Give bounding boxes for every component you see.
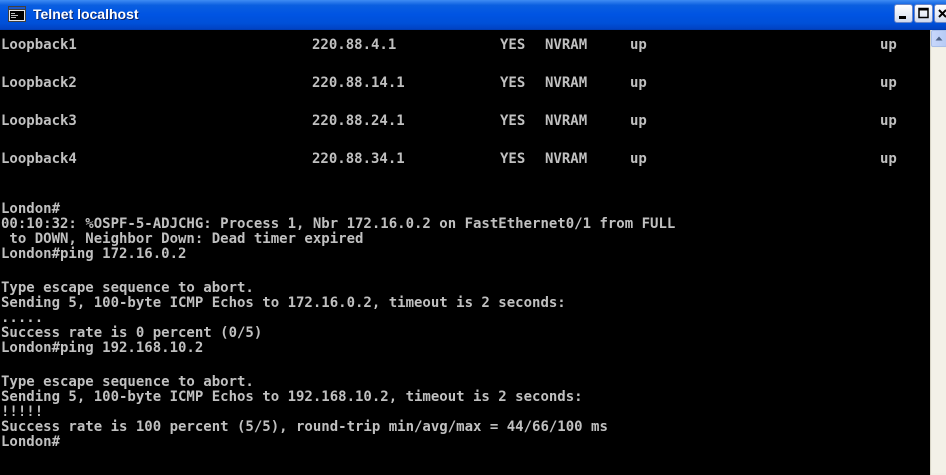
interface-name: Loopback3 xyxy=(1,113,77,129)
console-line: Sending 5, 100-byte ICMP Echos to 172.16… xyxy=(1,295,566,311)
console-line: to DOWN, Neighbor Down: Dead timer expir… xyxy=(1,231,364,247)
telnet-terminal-icon xyxy=(8,6,26,22)
interface-row: Loopback3 220.88.24.1 YES NVRAM up up xyxy=(0,112,897,130)
console-log: London# 00:10:32: %OSPF-5-ADJCHG: Proces… xyxy=(1,202,929,450)
interface-ip: 220.88.14.1 xyxy=(312,75,405,91)
interface-name: Loopback2 xyxy=(1,75,77,91)
interface-row: Loopback4 220.88.34.1 YES NVRAM up up xyxy=(0,150,897,168)
interface-ip: 220.88.4.1 xyxy=(312,37,397,53)
scroll-track[interactable] xyxy=(932,48,946,473)
close-button[interactable] xyxy=(934,4,946,23)
title-bar[interactable]: Telnet localhost xyxy=(0,0,946,30)
close-icon xyxy=(938,9,946,18)
telnet-window: Telnet localhost Loopback1 220.88.4.1 YE… xyxy=(0,0,946,475)
console-line: London#ping 192.168.10.2 xyxy=(1,340,204,356)
interface-row: Loopback1 220.88.4.1 YES NVRAM up up xyxy=(0,36,897,54)
vertical-scrollbar[interactable] xyxy=(930,30,946,475)
interface-method: NVRAM xyxy=(545,113,588,129)
console-line: London#ping 172.16.0.2 xyxy=(1,246,187,262)
interface-method: NVRAM xyxy=(545,75,588,91)
interface-ok: YES xyxy=(500,151,526,167)
console-line: London# xyxy=(1,201,61,217)
scroll-up-button[interactable] xyxy=(931,30,946,47)
interface-status: up xyxy=(630,151,647,167)
interface-status: up xyxy=(630,37,647,53)
interface-name: Loopback1 xyxy=(1,37,77,53)
interface-method: NVRAM xyxy=(545,151,588,167)
console-line: Type escape sequence to abort. xyxy=(1,280,254,296)
interface-ip: 220.88.24.1 xyxy=(312,113,405,129)
interface-protocol: up xyxy=(880,151,897,167)
interface-ip: 220.88.34.1 xyxy=(312,151,405,167)
interface-row: Loopback2 220.88.14.1 YES NVRAM up up xyxy=(0,74,897,92)
console-line: 00:10:32: %OSPF-5-ADJCHG: Process 1, Nbr… xyxy=(1,216,676,232)
console-line: ..... xyxy=(1,310,44,326)
window-title: Telnet localhost xyxy=(33,6,139,22)
interface-protocol: up xyxy=(880,75,897,91)
console-line: Success rate is 0 percent (0/5) xyxy=(1,325,263,341)
minimize-button[interactable] xyxy=(894,4,913,23)
console-line: Sending 5, 100-byte ICMP Echos to 192.16… xyxy=(1,389,583,405)
interface-status: up xyxy=(630,75,647,91)
interface-protocol: up xyxy=(880,37,897,53)
maximize-icon xyxy=(918,7,929,19)
console-line: Type escape sequence to abort. xyxy=(1,374,254,390)
interface-method: NVRAM xyxy=(545,37,588,53)
scroll-up-arrow-icon xyxy=(935,36,943,41)
interface-ok: YES xyxy=(500,75,526,91)
terminal-output[interactable]: Loopback1 220.88.4.1 YES NVRAM up up Loo… xyxy=(0,30,930,475)
console-line: Success rate is 100 percent (5/5), round… xyxy=(1,419,608,435)
interface-ok: YES xyxy=(500,37,526,53)
interface-status: up xyxy=(630,113,647,129)
console-line: !!!!! xyxy=(1,404,44,420)
console-prompt: London# xyxy=(1,434,61,450)
interface-name: Loopback4 xyxy=(1,151,77,167)
interface-ok: YES xyxy=(500,113,526,129)
interface-protocol: up xyxy=(880,113,897,129)
minimize-icon xyxy=(899,16,906,19)
maximize-button[interactable] xyxy=(914,4,933,23)
